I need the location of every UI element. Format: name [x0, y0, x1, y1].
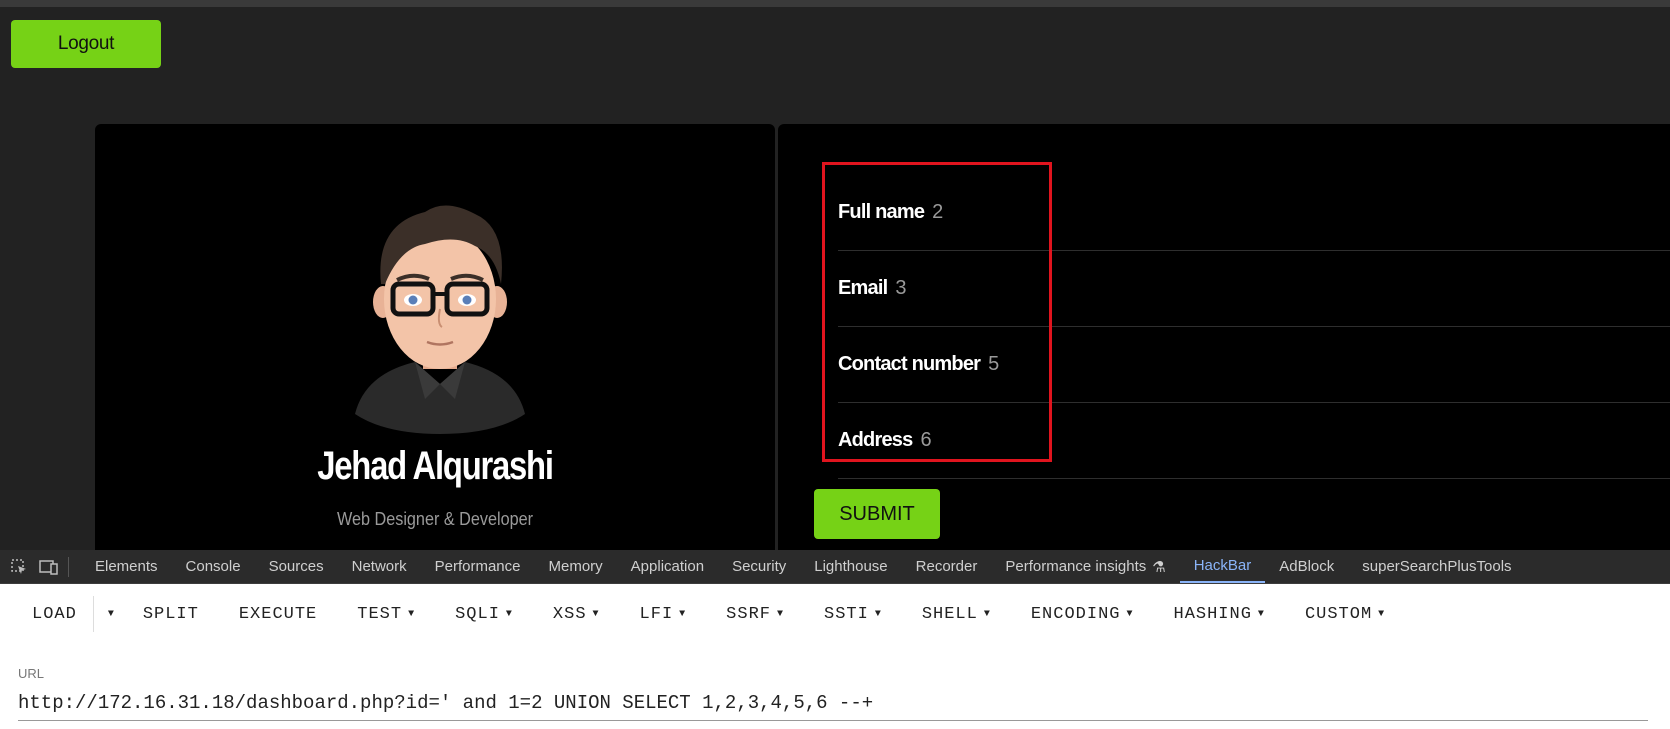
- shell-menu[interactable]: SHELL ▼: [902, 605, 1011, 624]
- tab-performance-insights[interactable]: Performance insights ⚗: [991, 550, 1179, 583]
- load-dropdown-caret-icon[interactable]: ▼: [94, 609, 123, 620]
- toolbar-divider: [68, 556, 69, 577]
- devtools-tab-bar: Elements Console Sources Network Perform…: [0, 550, 1670, 584]
- tab-label: Performance insights: [1005, 558, 1147, 575]
- tab-adblock[interactable]: AdBlock: [1265, 550, 1348, 583]
- menu-label: SHELL: [921, 604, 978, 624]
- chevron-down-icon: ▼: [1126, 608, 1134, 620]
- menu-label: TEST: [357, 604, 403, 624]
- load-button[interactable]: LOAD: [0, 596, 94, 632]
- submit-button[interactable]: SUBMIT: [814, 489, 940, 539]
- details-card: Full name 2 Email 3 Contact number 5 Add…: [778, 124, 1670, 550]
- lfi-menu[interactable]: LFI ▼: [620, 605, 707, 624]
- tab-elements[interactable]: Elements: [81, 550, 172, 583]
- tab-hackbar[interactable]: HackBar: [1179, 550, 1266, 583]
- inspect-element-icon[interactable]: [8, 556, 30, 578]
- tab-recorder[interactable]: Recorder: [902, 550, 992, 583]
- sqli-menu[interactable]: SQLI ▼: [435, 605, 533, 624]
- custom-menu[interactable]: CUSTOM ▼: [1285, 605, 1405, 624]
- tab-security[interactable]: Security: [718, 550, 800, 583]
- tab-sources[interactable]: Sources: [255, 550, 338, 583]
- chevron-down-icon: ▼: [1257, 608, 1265, 620]
- chevron-down-icon: ▼: [679, 608, 687, 620]
- profile-subtitle: Web Designer & Developer: [336, 509, 534, 529]
- ssrf-menu[interactable]: SSRF ▼: [706, 605, 804, 624]
- tab-console[interactable]: Console: [172, 550, 255, 583]
- web-page: Logout Jehad Alqurashi Web Designer & De…: [0, 7, 1670, 550]
- profile-card: Jehad Alqurashi Web Designer & Developer: [95, 124, 775, 550]
- profile-name: Jehad Alqurashi: [317, 444, 554, 488]
- menu-label: LFI: [639, 604, 674, 624]
- browser-top-strip: [0, 0, 1670, 7]
- tab-supersearchplustools[interactable]: superSearchPlusTools: [1348, 550, 1525, 583]
- chevron-down-icon: ▼: [592, 608, 600, 620]
- menu-label: SSTI: [824, 604, 869, 624]
- tab-application[interactable]: Application: [617, 550, 718, 583]
- url-input[interactable]: http://172.16.31.18/dashboard.php?id=' a…: [18, 692, 1648, 721]
- menu-label: HASHING: [1173, 604, 1252, 624]
- menu-label: SSRF: [726, 604, 771, 624]
- chevron-down-icon: ▼: [776, 608, 784, 620]
- hackbar-toolbar: LOAD ▼ SPLIT EXECUTE TEST ▼ SQLI ▼ XSS ▼ LF…: [0, 584, 1670, 644]
- tab-network[interactable]: Network: [338, 550, 421, 583]
- tab-memory[interactable]: Memory: [535, 550, 617, 583]
- test-menu[interactable]: TEST ▼: [337, 605, 435, 624]
- ssti-menu[interactable]: SSTI ▼: [804, 605, 902, 624]
- hashing-menu[interactable]: HASHING ▼: [1154, 605, 1285, 624]
- hackbar-panel: LOAD ▼ SPLIT EXECUTE TEST ▼ SQLI ▼ XSS ▼ LF…: [0, 584, 1670, 729]
- avatar: [355, 205, 525, 434]
- split-button[interactable]: SPLIT: [123, 605, 219, 624]
- menu-label: CUSTOM: [1304, 604, 1373, 624]
- menu-label: ENCODING: [1030, 604, 1121, 624]
- tab-lighthouse[interactable]: Lighthouse: [800, 550, 901, 583]
- flask-icon: ⚗: [1152, 558, 1166, 576]
- highlight-box: [822, 162, 1052, 462]
- encoding-menu[interactable]: ENCODING ▼: [1011, 605, 1154, 624]
- tab-performance[interactable]: Performance: [421, 550, 535, 583]
- menu-label: SQLI: [455, 604, 500, 624]
- chevron-down-icon: ▼: [505, 608, 513, 620]
- chevron-down-icon: ▼: [408, 608, 416, 620]
- menu-label: XSS: [552, 604, 587, 624]
- chevron-down-icon: ▼: [1378, 608, 1386, 620]
- xss-menu[interactable]: XSS ▼: [533, 605, 620, 624]
- url-label: URL: [18, 666, 45, 681]
- execute-button[interactable]: EXECUTE: [219, 605, 337, 624]
- chevron-down-icon: ▼: [983, 608, 991, 620]
- chevron-down-icon: ▼: [874, 608, 882, 620]
- logout-button[interactable]: Logout: [11, 20, 161, 68]
- device-toolbar-icon[interactable]: [38, 556, 60, 578]
